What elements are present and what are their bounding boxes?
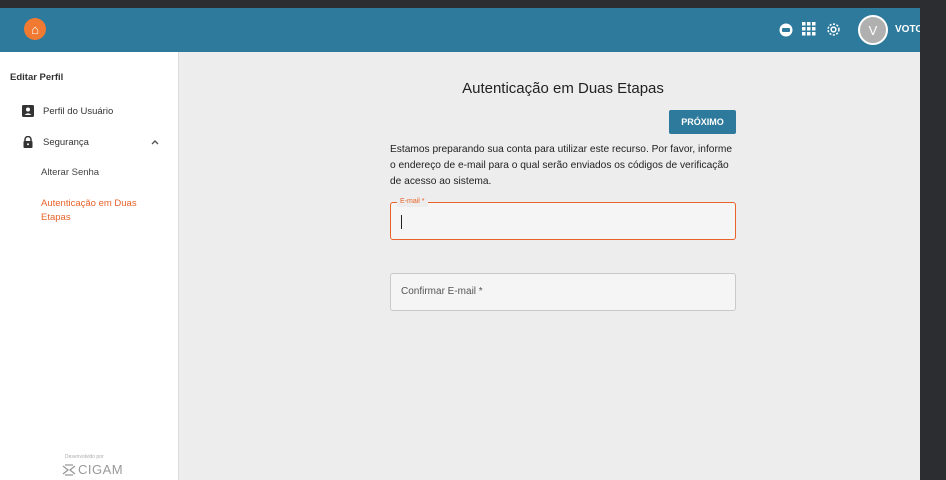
page-title: Autenticação em Duas Etapas [462, 80, 664, 97]
sidebar: Editar Perfil Perfil do Usuário Seguranç… [0, 52, 179, 480]
email-field-label: E-mail * [397, 197, 428, 207]
next-button[interactable]: PRÓXIMO [669, 110, 736, 134]
settings-gear-icon[interactable] [826, 22, 841, 41]
lock-icon [23, 136, 33, 148]
user-profile-icon [22, 105, 34, 117]
text-caret [401, 215, 402, 229]
sidebar-subitem-alterar-senha[interactable]: Alterar Senha [41, 166, 99, 180]
window-top-strip [0, 0, 920, 8]
avatar[interactable]: V [858, 15, 888, 45]
sidebar-title: Editar Perfil [10, 72, 64, 83]
description-text: Estamos preparando sua conta para utiliz… [390, 144, 733, 187]
footer-brand-label: CIGAM [78, 462, 124, 477]
chevron-up-icon[interactable] [150, 137, 160, 150]
sidebar-item-label: Segurança [43, 136, 89, 148]
confirm-email-label: Confirmar E-mail * [401, 286, 483, 297]
apps-grid-icon[interactable] [802, 22, 816, 40]
sidebar-item-label: Perfil do Usuário [43, 105, 114, 117]
sidebar-item-seguranca[interactable]: Segurança [22, 136, 89, 148]
chat-icon[interactable] [778, 22, 794, 42]
footer-credit: Desenvolvido por [65, 454, 104, 460]
avatar-initial: V [868, 22, 878, 38]
top-app-bar: ⌂ V VOTO [0, 8, 920, 52]
username-label[interactable]: VOTO [895, 24, 920, 35]
app-window: ⌂ V VOTO Editar Perfil Perfil do Usuário… [0, 0, 920, 480]
sidebar-subitem-autenticacao[interactable]: Autenticação em Duas Etapas [41, 197, 151, 225]
cigam-logo-icon [62, 463, 76, 476]
background-desktop-edge [920, 0, 946, 480]
home-logo-icon[interactable]: ⌂ [24, 18, 46, 40]
sidebar-item-perfil-usuario[interactable]: Perfil do Usuário [22, 105, 113, 117]
email-field[interactable]: E-mail * [390, 197, 736, 240]
confirm-email-field[interactable]: Confirmar E-mail * [390, 273, 736, 311]
footer-brand: CIGAM [62, 462, 123, 477]
